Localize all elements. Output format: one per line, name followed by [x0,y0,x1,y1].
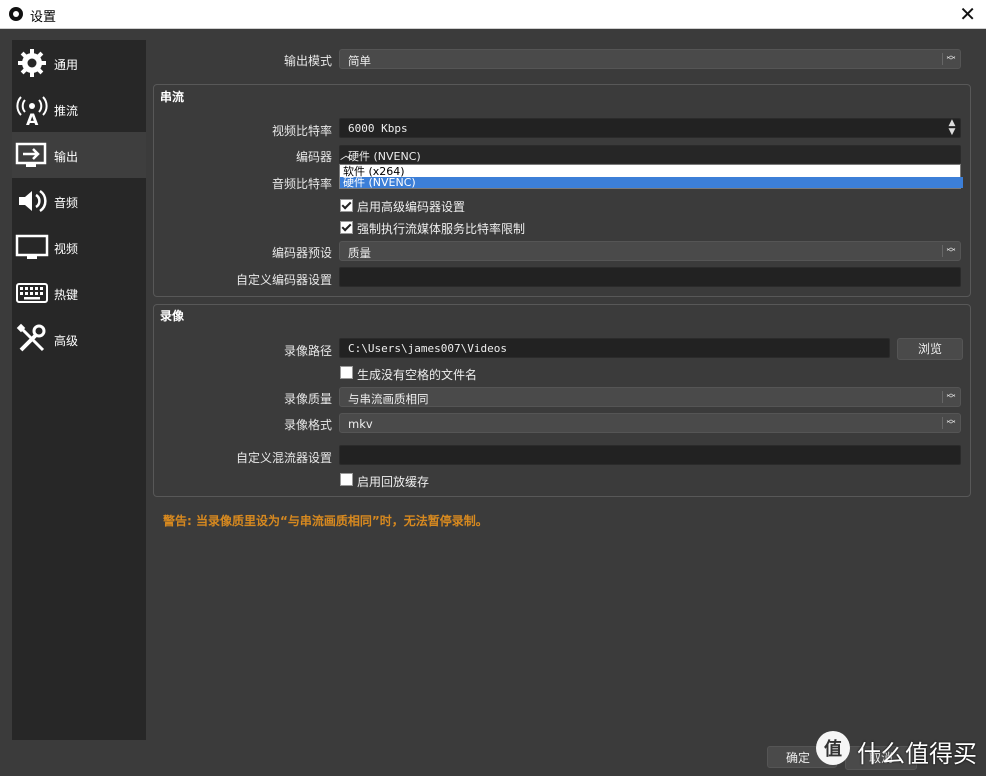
replay-buffer-checkbox[interactable] [340,473,353,486]
window-title: 设置 [30,10,57,25]
encoder-dropdown-list: 软件 (x264) 硬件 (NVENC) [339,164,963,189]
warning-text: 警告: 当录像质里设为“与串流画质相同”时，无法暂停录制。 [163,514,488,528]
encoder-preset-select[interactable]: 质量 ︿ ﹀ [339,241,961,261]
sidebar-item-label: 视频 [54,242,79,256]
recording-path-label: 录像路径 [283,344,332,358]
recording-path-input[interactable]: C:\Users\james007\Videos [339,338,890,358]
video-bitrate-value: 6000 Kbps [348,122,408,135]
encoder-select[interactable]: 硬件 (NVENC) ︿﹀ [339,145,961,179]
encoder-option-nvenc[interactable]: 硬件 (NVENC) [340,177,963,188]
sidebar-item-label: 推流 [54,104,79,118]
no-space-filename-checkbox[interactable] [340,366,353,379]
custom-encoder-input[interactable] [339,267,961,287]
recording-format-select[interactable]: mkv ︿ ﹀ [339,413,961,433]
advanced-encoder-checkbox[interactable] [340,199,353,212]
custom-encoder-label: 自定义编码器设置 [235,273,332,287]
sidebar-item-label: 音频 [54,196,79,210]
settings-sidebar: 通用 A 推流 输出 音频 视频 热键 高级 [12,40,146,740]
encoder-preset-value: 质量 [348,246,371,260]
updown-arrow-icon: ︿﹀ [942,52,956,67]
enforce-limits-label: 强制执行流媒体服务比特率限制 [357,222,526,236]
gear-icon [15,46,49,80]
sidebar-item-video[interactable]: 视频 [12,224,146,270]
sidebar-item-output[interactable]: 输出 [12,132,146,178]
sidebar-item-advanced[interactable]: 高级 [12,316,146,362]
output-mode-select[interactable]: 简单 ︿ ﹀ [339,49,961,69]
encoder-value: 硬件 (NVENC) [348,150,421,163]
sidebar-item-stream[interactable]: A 推流 [12,86,146,132]
output-icon [15,138,49,172]
muxer-settings-label: 自定义混流器设置 [235,451,332,465]
spin-arrows-icon[interactable]: ▲ ▼ [944,119,960,139]
no-space-filename-label: 生成没有空格的文件名 [357,368,478,382]
svg-text:A: A [26,110,39,126]
recording-group-title: 录像 [160,309,185,323]
monitor-icon [15,230,49,264]
tools-icon [15,322,49,356]
audio-bitrate-label: 音频比特率 [271,177,332,191]
recording-format-value: mkv [348,417,373,431]
encoder-label: 编码器 [295,150,332,164]
sidebar-item-audio[interactable]: 音频 [12,178,146,224]
recording-quality-value: 与串流画质相同 [348,392,429,406]
output-mode-label: 输出模式 [283,54,332,68]
browse-button[interactable]: 浏览 [897,338,963,360]
streaming-group-title: 串流 [160,90,185,104]
broadcast-icon: A [15,92,49,129]
sidebar-item-label: 输出 [54,150,79,164]
advanced-encoder-label: 启用高级编码器设置 [357,200,466,214]
enforce-limits-checkbox[interactable] [340,221,353,234]
video-bitrate-label: 视频比特率 [271,124,332,138]
replay-buffer-label: 启用回放缓存 [357,475,430,489]
sidebar-item-label: 高级 [54,334,79,348]
sidebar-item-label: 热键 [54,288,79,302]
speaker-icon [15,184,49,218]
svg-text:值: 值 [824,738,842,760]
close-icon[interactable]: ✕ [959,2,976,26]
updown-arrow-icon: ︿﹀ [942,416,956,431]
video-bitrate-spinbox[interactable]: 6000 Kbps ▲ ▼ [339,118,961,138]
sidebar-item-hotkeys[interactable]: 热键 [12,270,146,316]
recording-quality-label: 录像质量 [283,392,332,406]
output-mode-value: 简单 [348,54,371,68]
watermark-text: 什么值得买 [857,740,977,768]
sidebar-item-general[interactable]: 通用 [12,40,146,86]
recording-quality-select[interactable]: 与串流画质相同 ︿ ﹀ [339,387,961,407]
encoder-preset-label: 编码器预设 [271,246,332,260]
keyboard-icon [15,276,49,310]
smzdm-logo-icon: 值 [816,731,850,765]
recording-format-label: 录像格式 [283,418,332,432]
updown-arrow-icon: ︿﹀ [942,390,956,405]
updown-arrow-icon: ︿﹀ [942,244,956,259]
recording-path-value: C:\Users\james007\Videos [348,342,507,355]
title-bar: 设置 ✕ [0,0,986,29]
sidebar-item-label: 通用 [54,58,79,72]
encoder-option-x264[interactable]: 软件 (x264) [340,166,963,177]
obs-logo-icon [9,7,23,21]
muxer-settings-input[interactable] [339,445,961,465]
